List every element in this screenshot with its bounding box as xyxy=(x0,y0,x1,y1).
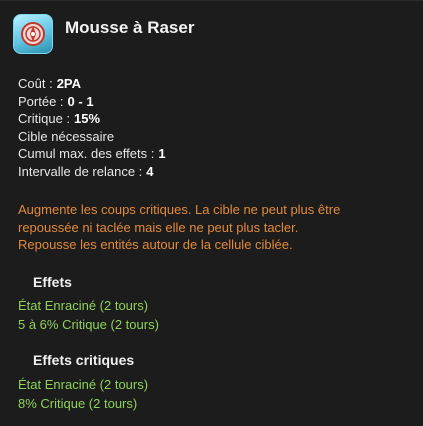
description-line: Augmente les coups critiques. La cible n… xyxy=(18,202,341,217)
spell-tooltip: Mousse à Raser Coût :2PA Portée :0 - 1 C… xyxy=(0,0,423,426)
stat-label: Intervalle de relance : xyxy=(18,163,143,179)
critical-effects-list: État Enraciné (2 tours) 8% Critique (2 t… xyxy=(18,376,148,413)
stat-label: Cible nécessaire xyxy=(18,128,115,144)
stat-value: 1 xyxy=(158,146,166,161)
effects-list: État Enraciné (2 tours) 5 à 6% Critique … xyxy=(18,297,159,334)
spell-description: Augmente les coups critiques. La cible n… xyxy=(18,201,413,254)
stat-cost: Coût :2PA xyxy=(18,75,166,93)
effect-item: 5 à 6% Critique (2 tours) xyxy=(18,316,159,332)
stat-critical: Critique :15% xyxy=(18,110,166,128)
effects-title: Effets xyxy=(33,274,72,290)
stat-label: Portée : xyxy=(18,93,64,109)
stat-value: 0 - 1 xyxy=(67,93,94,109)
stat-range: Portée :0 - 1 xyxy=(18,93,166,111)
description-line: repoussée ni taclée mais elle ne peut pl… xyxy=(18,219,299,235)
effect-item: État Enraciné (2 tours) xyxy=(18,298,149,313)
stat-value: 15% xyxy=(74,111,101,126)
critical-effects-title: Effets critiques xyxy=(33,352,135,368)
stat-max-stack: Cumul max. des effets :1 xyxy=(18,145,166,163)
tooltip-header: Mousse à Raser xyxy=(13,13,194,55)
spell-stats: Coût :2PA Portée :0 - 1 Critique :15% Ci… xyxy=(18,75,166,180)
description-line: Repousse les entités autour de la cellul… xyxy=(18,237,293,252)
stat-label: Coût : xyxy=(18,76,53,91)
spell-title: Mousse à Raser xyxy=(65,18,195,37)
stat-value: 4 xyxy=(146,163,154,179)
stat-target-required: Cible nécessaire xyxy=(18,128,166,146)
critical-effect-item: État Enraciné (2 tours) xyxy=(18,377,149,392)
stat-value: 2PA xyxy=(56,76,82,91)
critical-effect-item: 8% Critique (2 tours) xyxy=(18,395,138,411)
stat-label: Critique : xyxy=(18,111,71,126)
stat-label: Cumul max. des effets : xyxy=(18,146,155,161)
shaving-foam-spell-icon xyxy=(13,14,53,54)
stat-cooldown: Intervalle de relance :4 xyxy=(18,163,166,181)
